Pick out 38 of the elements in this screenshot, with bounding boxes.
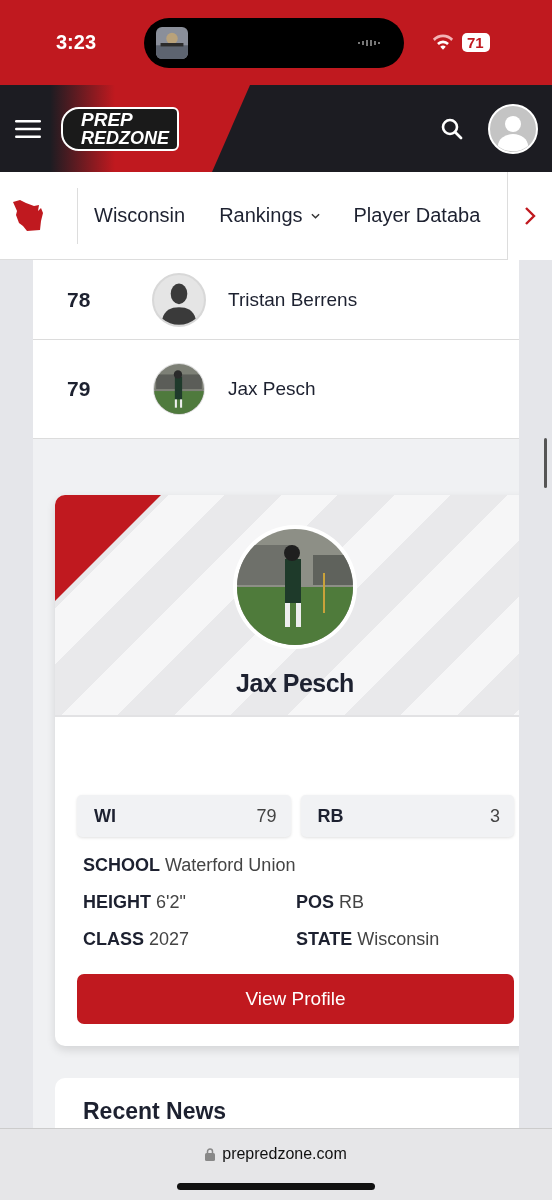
lock-icon [205,1147,216,1161]
player-name: Jax Pesch [236,669,354,698]
scroll-right-button[interactable] [507,171,552,260]
chip-value: 3 [490,805,500,827]
menu-icon[interactable] [15,118,41,139]
waveform-icon [358,38,382,47]
nav-dropdown[interactable]: Rankings [219,204,320,227]
rank-number: 78 [66,287,92,312]
battery-level: 71 [462,33,490,52]
logo[interactable]: PREP REDZONE [61,106,179,151]
detail-text: HEIGHT 6'2" [83,892,187,913]
nav-link[interactable]: Player Databa [353,204,481,227]
search-icon[interactable] [440,116,464,141]
player-name: Jax Pesch [228,378,316,400]
section-heading: Recent News [83,1098,228,1125]
nav-link[interactable]: Wisconsin [94,204,186,227]
rank-number: 79 [66,377,92,401]
status-time: 3:23 [56,31,98,54]
logo-text: REDZONE [81,128,169,148]
detail-text: POS RB [296,892,366,913]
chip-label: WI [94,805,116,827]
chip-label: RB [317,805,344,827]
wifi-icon [432,34,454,51]
player-silhouette-icon [152,272,206,327]
scroll-bar [544,438,547,488]
chevron-right-icon [524,205,536,226]
view-profile-button[interactable]: View Profile [77,974,514,1024]
ranking-row[interactable]: 78 Tristan Berrens [33,260,519,340]
logo-text: PREP [81,109,134,129]
detail-text: SCHOOL Waterford Union [83,855,296,876]
caret-icon [310,212,320,219]
ranking-row[interactable]: 79 Jax Pesch [33,340,519,439]
player-name: Tristan Berrens [228,288,358,311]
avatar-icon[interactable] [488,103,538,154]
chip-value: 79 [256,805,277,827]
detail-text: CLASS 2027 [83,929,191,950]
detail-text: STATE Wisconsin [296,929,441,950]
url-text: prepredzone.com [222,1145,347,1163]
